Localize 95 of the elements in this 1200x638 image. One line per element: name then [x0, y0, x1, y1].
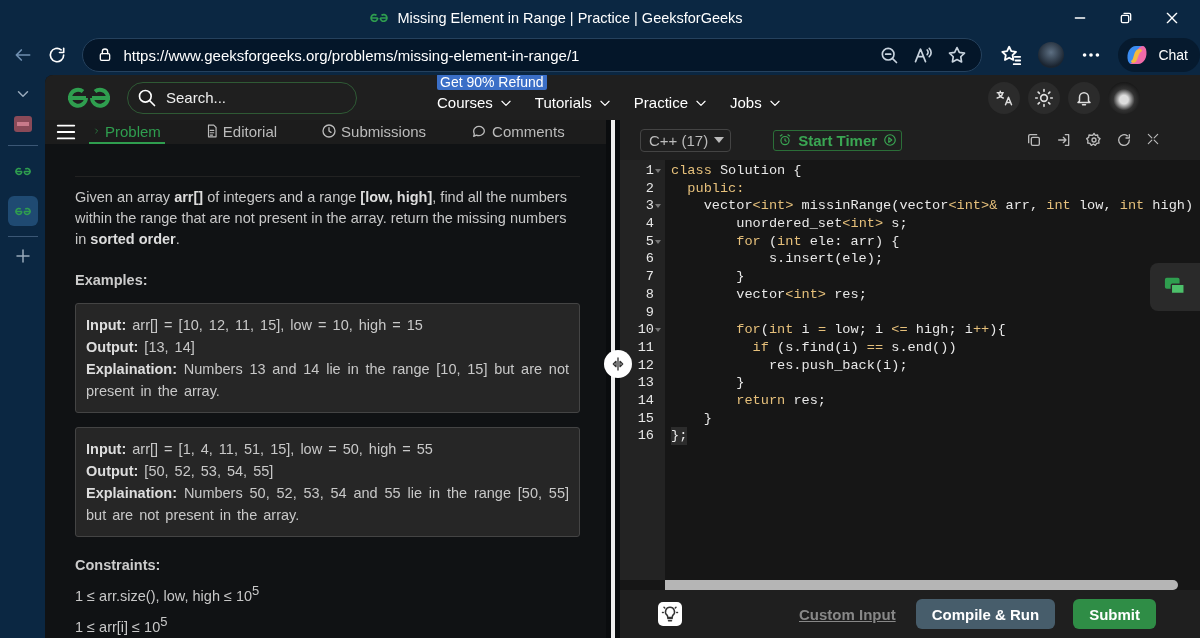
tab[interactable]: Problem [89, 120, 165, 145]
sidebar-tab[interactable] [7, 196, 38, 226]
custom-input-link[interactable]: Custom Input [793, 604, 902, 624]
gfg-tab-icon[interactable] [13, 166, 32, 176]
code-line: vector<int> res; [735, 285, 867, 304]
fold-caret-icon[interactable] [655, 204, 661, 209]
profile-avatar[interactable] [1038, 42, 1065, 68]
split-arrows-icon [610, 356, 626, 372]
settings-icon[interactable] [1086, 132, 1102, 148]
gfg-logo-icon[interactable] [65, 85, 113, 110]
problem-description: Given an array arr[] of integers and a range [low, high], find all the numbers within the range that are not present in the array. return the missing numbers in sorted order. [75, 176, 580, 251]
chat-button[interactable]: Chat [1118, 38, 1200, 72]
code-line: if (s.find(i) == s.end()) [751, 338, 957, 357]
code-line: } [735, 268, 745, 286]
line-number: 4 [644, 215, 655, 233]
line-number: 1 [620, 162, 665, 180]
address-bar[interactable]: https://www.geeksforgeeks.org/problems/missing-element-in-range/1 [82, 38, 983, 72]
compile-run-button[interactable]: Compile & Run [915, 599, 1056, 629]
code-line: class Solution { [671, 162, 802, 180]
code-line: res.push_back(i); [767, 356, 908, 375]
tab[interactable]: Editorial [200, 120, 282, 145]
plus-icon[interactable] [13, 247, 32, 265]
line-number: 7 [644, 268, 655, 286]
lightbulb-icon [661, 605, 679, 623]
line-number: 10 [620, 321, 665, 339]
nav-menu[interactable]: Practice [633, 94, 708, 111]
line-number: 5 [620, 232, 665, 251]
tab[interactable]: Submissions [317, 120, 431, 145]
search-field[interactable]: Search... [127, 81, 357, 114]
example-text: Output: [50, 52, 53, 54, 55] [86, 462, 275, 482]
code-line: public: [686, 179, 745, 198]
submit-button[interactable]: Submit [1073, 599, 1156, 629]
line-number: 16 [636, 427, 655, 445]
code-line: } [702, 409, 712, 428]
line-number: 2 [644, 179, 655, 198]
chat-float-button[interactable] [1150, 263, 1200, 311]
clock-icon [321, 123, 338, 140]
window-title: Missing Element in Range | Practice | GeeksforGeeks [397, 9, 743, 26]
reset-icon[interactable] [1116, 132, 1132, 148]
line-number: 14 [636, 391, 655, 410]
language-dropdown[interactable]: C++ (17) [640, 128, 732, 152]
scrollbar-thumb[interactable] [665, 580, 1178, 590]
example-text: Explaination: Numbers 13 and 14 lie in the range [10, 15] but are not present in the array. [86, 360, 569, 402]
nav-menu[interactable]: Jobs [730, 94, 782, 111]
line-number: 8 [644, 285, 655, 304]
nav-menu[interactable]: Courses [437, 94, 513, 111]
copy-icon[interactable] [1026, 132, 1042, 148]
gfg-tab-icon [13, 206, 32, 216]
code-line: } [735, 374, 745, 392]
play-icon [883, 133, 898, 147]
search-icon [137, 87, 157, 108]
promo-badge[interactable]: Get 90% Refund [437, 75, 547, 90]
user-avatar[interactable] [1108, 81, 1140, 114]
example-text: Output: [13, 14] [86, 338, 196, 358]
line-number: 9 [644, 303, 655, 322]
code-line: vector<int> missinRange(vector<int>& arr, int low, int high) [702, 197, 1194, 216]
code-line: return res; [735, 391, 826, 410]
fold-caret-icon[interactable] [655, 168, 661, 173]
line-number: 13 [636, 374, 655, 392]
line-number: 15 [636, 409, 655, 428]
nav-menu[interactable]: Tutorials [534, 94, 612, 111]
sun-icon[interactable] [1034, 87, 1054, 108]
refresh-icon[interactable] [47, 45, 68, 65]
line-number: 12 [636, 356, 655, 375]
fold-caret-icon[interactable] [655, 239, 661, 244]
example-text: Input: arr[] = [1, 4, 11, 51, 15], low = 50, high = 55 [86, 440, 434, 460]
constraint-text: 1 ≤ arr[i] ≤ 10$^{5}$ [75, 613, 169, 637]
tab[interactable]: Comments [466, 120, 569, 145]
code-line: for(int i = low; i <= high; i++){ [735, 321, 1006, 339]
import-icon[interactable] [1056, 132, 1072, 148]
caret-icon [714, 137, 725, 143]
alarm-clock-icon [778, 133, 793, 147]
translate-icon[interactable] [995, 88, 1013, 107]
fullscreen-icon[interactable] [1146, 132, 1160, 146]
code-line: unordered_set<int> s; [735, 215, 908, 233]
example-text: Explaination: Numbers 50, 52, 53, 54 and 55 lie in the range [50, 55] but are not present in the array. [86, 484, 569, 526]
start-timer-button[interactable]: Start Timer [773, 129, 903, 151]
favorites-icon[interactable] [1000, 44, 1023, 66]
star-icon[interactable] [947, 45, 968, 65]
example-text: Input: arr[] = [10, 12, 11, 15], low = 10, high = 15 [86, 316, 424, 336]
line-number: 3 [620, 197, 665, 216]
hint-button[interactable] [658, 602, 682, 626]
line-number: 11 [636, 338, 655, 357]
read-aloud-icon[interactable] [913, 45, 934, 65]
section-heading: Constraints: [75, 556, 162, 576]
fold-caret-icon[interactable] [655, 328, 661, 333]
zoom-out-icon[interactable] [879, 45, 900, 65]
code-line: s.insert(ele); [767, 250, 884, 269]
section-heading: Examples: [75, 271, 149, 291]
resize-handle[interactable] [604, 350, 632, 378]
gfg-logo-icon [369, 12, 390, 23]
code-line: for (int ele: arr) { [735, 232, 900, 251]
pdf-file-icon[interactable] [11, 113, 34, 135]
constraint-text: 1 ≤ arr.size(), low, high ≤ 10$^{5}$ [75, 582, 261, 607]
line-number: 6 [644, 250, 655, 269]
